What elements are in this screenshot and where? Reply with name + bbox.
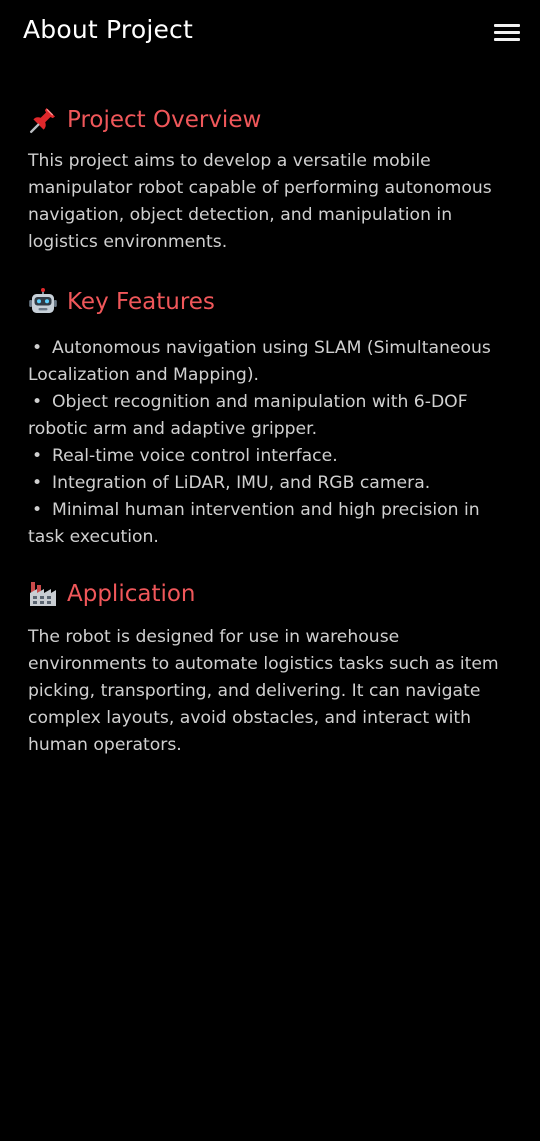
project-overview-section: Project Overview This project aims to de…: [28, 100, 510, 256]
factory-icon: [28, 579, 58, 609]
section-heading-features: Key Features: [28, 282, 510, 322]
overview-text: This project aims to develop a versatile…: [28, 151, 492, 252]
feature-list: • Autonomous navigation using SLAM (Simul…: [28, 335, 510, 551]
application-section: Application The robot is designed for us…: [28, 574, 510, 759]
section-heading-overview: Project Overview: [28, 100, 510, 140]
feature-text: Minimal human intervention and high prec…: [28, 500, 480, 547]
feature-text: Integration of LiDAR, IMU, and RGB camer…: [52, 473, 431, 493]
page-title: About Project: [23, 15, 193, 44]
list-item: • Minimal human intervention and high pre…: [28, 497, 510, 551]
feature-text: Real-time voice control interface.: [52, 446, 338, 466]
feature-text: Object recognition and manipulation with…: [28, 392, 468, 439]
app-header: About Project: [0, 0, 540, 66]
menu-bar-middle: [494, 31, 520, 34]
bullet-dot: •: [32, 500, 43, 520]
bullet-dot: •: [32, 338, 43, 358]
section-title: Application: [67, 581, 196, 607]
list-item: • Real-time voice control interface.: [28, 443, 510, 470]
main-content: Project Overview This project aims to de…: [28, 100, 510, 759]
hamburger-menu-icon[interactable]: [494, 23, 520, 43]
robot-face-icon: [28, 287, 58, 317]
application-text: The robot is designed for use in warehou…: [28, 627, 499, 755]
section-title: Project Overview: [67, 107, 262, 133]
bullet-dot: •: [32, 473, 43, 493]
menu-bar-top: [494, 24, 520, 27]
section-title: Key Features: [67, 289, 215, 315]
feature-text: Autonomous navigation using SLAM (Simult…: [28, 338, 491, 385]
menu-bar-bottom: [494, 38, 520, 41]
pushpin-icon: [28, 105, 58, 135]
list-item: • Autonomous navigation using SLAM (Simul…: [28, 335, 510, 389]
key-features-section: Key Features • Autonomous navigation usin…: [28, 282, 510, 551]
bullet-dot: •: [32, 446, 43, 466]
list-item: • Object recognition and manipulation wit…: [28, 389, 510, 443]
section-heading-application: Application: [28, 574, 510, 614]
list-item: • Integration of LiDAR, IMU, and RGB came…: [28, 470, 510, 497]
bullet-dot: •: [32, 392, 43, 412]
